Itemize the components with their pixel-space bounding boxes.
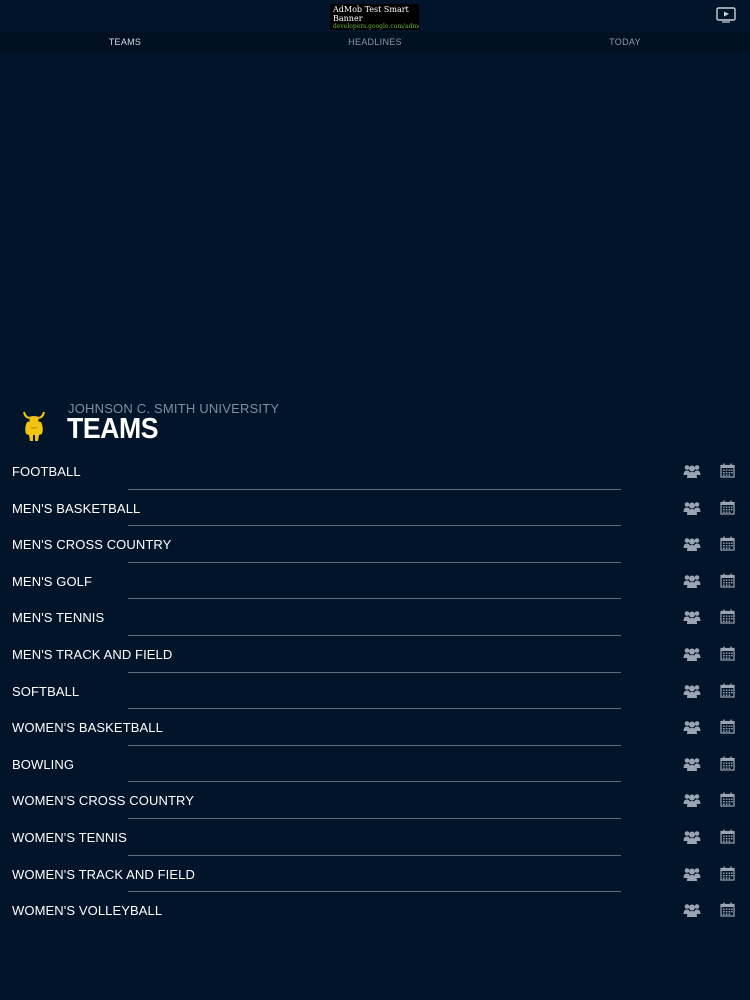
team-row[interactable]: WOMEN'S TRACK AND FIELD: [0, 856, 750, 893]
team-row[interactable]: MEN'S TRACK AND FIELD: [0, 636, 750, 673]
people-icon[interactable]: [683, 536, 701, 552]
calendar-icon[interactable]: [720, 646, 735, 661]
tab-today[interactable]: TODAY: [500, 32, 750, 53]
admob-test-banner[interactable]: AdMob Test Smart Banner developers.googl…: [330, 4, 419, 30]
calendar-icon[interactable]: [720, 573, 735, 588]
team-name: WOMEN'S VOLLEYBALL: [12, 903, 163, 919]
tab-teams[interactable]: TEAMS: [0, 32, 250, 53]
page-title: TEAMS: [67, 413, 159, 445]
team-row[interactable]: MEN'S GOLF: [0, 563, 750, 600]
calendar-icon[interactable]: [720, 500, 735, 515]
team-name: MEN'S CROSS COUNTRY: [12, 537, 172, 553]
people-icon[interactable]: [683, 500, 701, 516]
calendar-icon[interactable]: [720, 792, 735, 807]
team-name: MEN'S BASKETBALL: [12, 500, 141, 516]
team-name: WOMEN'S CROSS COUNTRY: [12, 793, 195, 809]
team-list: FOOTBALL MEN'S BASKETBALL MEN'S CROSS CO…: [0, 453, 750, 929]
people-icon[interactable]: [683, 683, 701, 699]
people-icon[interactable]: [683, 646, 701, 662]
team-row[interactable]: WOMEN'S CROSS COUNTRY: [0, 782, 750, 819]
team-name: MEN'S TRACK AND FIELD: [12, 646, 173, 662]
people-icon[interactable]: [683, 792, 701, 808]
team-row[interactable]: BOWLING: [0, 746, 750, 783]
team-row[interactable]: SOFTBALL: [0, 673, 750, 710]
people-icon[interactable]: [683, 719, 701, 735]
people-icon[interactable]: [683, 902, 701, 918]
ad-title: AdMob Test Smart Banner: [333, 5, 409, 23]
team-name: FOOTBALL: [12, 464, 81, 479]
calendar-icon[interactable]: [720, 536, 735, 551]
team-row[interactable]: WOMEN'S TENNIS: [0, 819, 750, 856]
people-icon[interactable]: [683, 609, 701, 625]
people-icon[interactable]: [683, 573, 701, 589]
calendar-icon[interactable]: [720, 719, 735, 734]
ad-url: developers.google.com/admob: [333, 23, 419, 30]
team-name: WOMEN'S BASKETBALL: [12, 720, 163, 736]
calendar-icon[interactable]: [720, 463, 735, 478]
calendar-icon[interactable]: [720, 609, 735, 624]
golden-bull-logo: [18, 408, 50, 442]
team-name: MEN'S GOLF: [12, 573, 93, 589]
team-name: SOFTBALL: [12, 683, 80, 699]
tab-bar: TEAMS HEADLINES TODAY: [0, 32, 750, 53]
team-name: MEN'S TENNIS: [12, 610, 105, 626]
tab-headlines[interactable]: HEADLINES: [250, 32, 500, 53]
calendar-icon[interactable]: [720, 902, 735, 917]
team-row[interactable]: FOOTBALL: [0, 453, 750, 490]
calendar-icon[interactable]: [720, 683, 735, 698]
team-row[interactable]: WOMEN'S BASKETBALL: [0, 709, 750, 746]
calendar-icon[interactable]: [720, 829, 735, 844]
team-row[interactable]: WOMEN'S VOLLEYBALL: [0, 892, 750, 929]
people-icon[interactable]: [683, 756, 701, 772]
team-row[interactable]: MEN'S TENNIS: [0, 599, 750, 636]
team-name: WOMEN'S TRACK AND FIELD: [12, 866, 195, 882]
people-icon[interactable]: [683, 829, 701, 845]
team-row[interactable]: MEN'S BASKETBALL: [0, 490, 750, 527]
people-icon[interactable]: [683, 866, 701, 882]
teams-screen: AdMob Test Smart Banner developers.googl…: [0, 0, 750, 1000]
team-row[interactable]: MEN'S CROSS COUNTRY: [0, 526, 750, 563]
people-icon[interactable]: [683, 463, 701, 479]
calendar-icon[interactable]: [720, 866, 735, 881]
team-name: BOWLING: [12, 756, 75, 772]
team-name: WOMEN'S TENNIS: [12, 829, 127, 845]
tv-play-icon[interactable]: [715, 6, 737, 24]
calendar-icon[interactable]: [720, 756, 735, 771]
